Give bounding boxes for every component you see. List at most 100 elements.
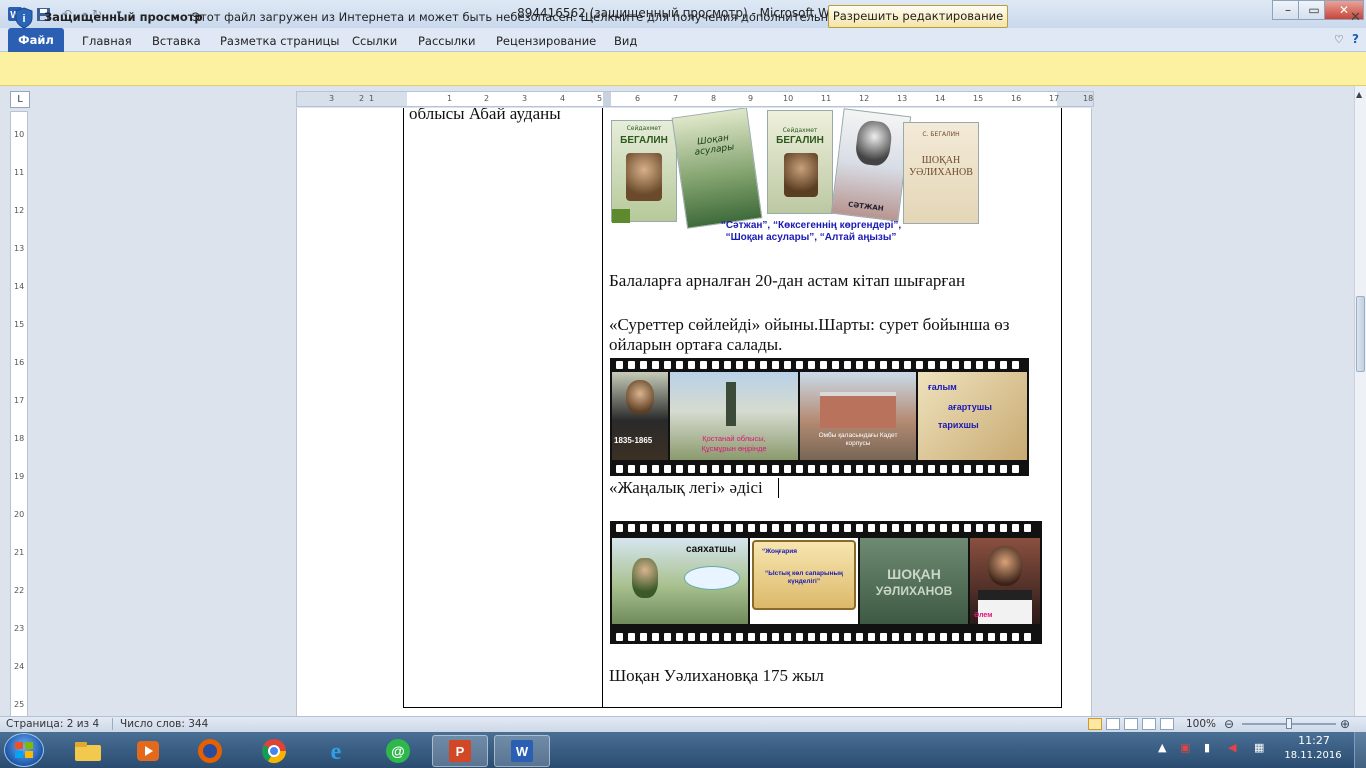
film-sprocket bbox=[712, 465, 719, 473]
draft-view-icon[interactable] bbox=[1160, 718, 1174, 730]
full-screen-view-icon[interactable] bbox=[1106, 718, 1120, 730]
film-sprocket bbox=[916, 465, 923, 473]
film-sprocket bbox=[688, 361, 695, 369]
filmstrip-1: 1835-1865 Қостанай облысы, Құсмұрын өңір… bbox=[610, 358, 1029, 476]
tab-references[interactable]: Ссылки bbox=[338, 31, 411, 51]
paragraph-anniversary[interactable]: Шоқан Уәлихановқа 175 жыл bbox=[609, 666, 824, 686]
print-layout-icon[interactable] bbox=[1088, 718, 1102, 730]
outline-view-icon[interactable] bbox=[1142, 718, 1156, 730]
book-cover-2: Шоқан асулары bbox=[671, 108, 763, 229]
film-sprocket bbox=[976, 361, 983, 369]
svg-text:P: P bbox=[456, 744, 465, 759]
document-page[interactable]: облысы Абай ауданы Сейдахмет БЕГАЛИН Шоқ… bbox=[296, 108, 1092, 716]
paragraph-news-method[interactable]: «Жаңалық легі» әдісі bbox=[609, 478, 763, 498]
book-cover-5: С. БЕГАЛИН ШОҚАН УӘЛИХАНОВ bbox=[903, 122, 979, 224]
tray-time[interactable]: 11:27 bbox=[1286, 734, 1342, 747]
film-sprocket bbox=[736, 361, 743, 369]
film-sprocket bbox=[976, 524, 983, 532]
scroll-up-icon[interactable]: ▲ bbox=[1356, 90, 1362, 99]
tab-mailings[interactable]: Рассылки bbox=[404, 31, 489, 51]
film-sprocket bbox=[844, 524, 851, 532]
word-count[interactable]: Число слов: 344 bbox=[120, 718, 208, 730]
film-sprocket bbox=[748, 633, 755, 641]
power-icon[interactable]: ▮ bbox=[1204, 741, 1210, 754]
film-sprocket bbox=[916, 361, 923, 369]
film-sprocket bbox=[796, 633, 803, 641]
word-taskbar-icon[interactable]: W bbox=[494, 735, 550, 767]
ribbon-minimize-icon[interactable]: ♡ bbox=[1334, 33, 1344, 46]
protected-view-message[interactable]: Этот файл загружен из Интернета и может … bbox=[192, 10, 909, 24]
film-sprocket bbox=[616, 524, 623, 532]
words-frame: ғалым ағартушы тарихшы bbox=[918, 372, 1027, 460]
film-sprocket bbox=[904, 524, 911, 532]
film-sprocket bbox=[820, 465, 827, 473]
film-sprocket bbox=[724, 524, 731, 532]
film-sprocket bbox=[1012, 524, 1019, 532]
svg-text:@: @ bbox=[391, 743, 405, 759]
tab-selector-icon[interactable]: L bbox=[10, 91, 30, 108]
show-desktop-button[interactable] bbox=[1354, 732, 1366, 768]
paragraph-game-line1[interactable]: «Суреттер сөйлейді» ойыны.Шарты: сурет б… bbox=[609, 315, 1010, 335]
messenger-taskbar-icon[interactable]: @ bbox=[370, 735, 426, 767]
zoom-slider-thumb[interactable] bbox=[1286, 718, 1292, 729]
language-icon[interactable]: ▦ bbox=[1254, 741, 1264, 754]
tab-page-layout[interactable]: Разметка страницы bbox=[206, 31, 353, 51]
vertical-scrollbar[interactable] bbox=[1354, 86, 1366, 716]
film-sprocket bbox=[796, 361, 803, 369]
film-sprocket bbox=[964, 361, 971, 369]
film-sprocket bbox=[976, 633, 983, 641]
enable-editing-button[interactable]: Разрешить редактирование bbox=[828, 5, 1008, 28]
film-sprocket bbox=[640, 361, 647, 369]
film-sprocket bbox=[808, 361, 815, 369]
film-sprocket bbox=[820, 633, 827, 641]
explorer-taskbar-icon[interactable] bbox=[60, 735, 116, 767]
vertical-ruler[interactable]: 10 11 12 13 14 15 16 17 18 19 20 21 22 2… bbox=[10, 111, 28, 717]
tab-view[interactable]: Вид bbox=[600, 31, 651, 51]
film-sprocket bbox=[1000, 633, 1007, 641]
film-sprocket bbox=[676, 633, 683, 641]
chrome-taskbar-icon[interactable] bbox=[246, 735, 302, 767]
network-icon[interactable]: ▣ bbox=[1180, 741, 1190, 754]
powerpoint-taskbar-icon[interactable]: P bbox=[432, 735, 488, 767]
paragraph-game-line2[interactable]: ойларын ортаға салады. bbox=[609, 335, 782, 355]
film-sprocket bbox=[988, 633, 995, 641]
film-sprocket bbox=[652, 465, 659, 473]
zoom-in-icon[interactable]: ⊕ bbox=[1340, 717, 1350, 731]
film-sprocket bbox=[664, 524, 671, 532]
page-count[interactable]: Страница: 2 из 4 bbox=[6, 718, 99, 730]
film-sprocket bbox=[664, 633, 671, 641]
film-sprocket bbox=[832, 633, 839, 641]
film-sprocket bbox=[940, 524, 947, 532]
svg-text:W: W bbox=[516, 744, 529, 759]
zoom-level[interactable]: 100% bbox=[1186, 718, 1216, 730]
film-sprocket bbox=[616, 361, 623, 369]
horizontal-ruler[interactable]: 3 2 1 1 2 3 4 5 6 7 8 9 10 11 12 13 14 1… bbox=[296, 91, 1094, 107]
tray-date[interactable]: 18.11.2016 bbox=[1278, 750, 1348, 761]
help-icon[interactable]: ? bbox=[1352, 32, 1359, 46]
internet-explorer-taskbar-icon[interactable]: e bbox=[308, 735, 364, 767]
film-sprocket bbox=[736, 633, 743, 641]
volume-icon[interactable]: ◀ bbox=[1228, 741, 1236, 754]
film-sprocket bbox=[748, 361, 755, 369]
tab-file[interactable]: Файл bbox=[8, 28, 64, 52]
film-sprocket bbox=[952, 633, 959, 641]
table-border-right bbox=[1061, 108, 1062, 708]
paragraph-books[interactable]: Балаларға арналған 20-дан астам кітап шы… bbox=[609, 271, 965, 291]
start-button[interactable] bbox=[4, 733, 44, 767]
close-bar-icon[interactable]: ✕ bbox=[1350, 10, 1361, 25]
film-sprocket bbox=[844, 633, 851, 641]
tab-review[interactable]: Рецензирование bbox=[482, 31, 610, 51]
media-player-taskbar-icon[interactable] bbox=[120, 735, 176, 767]
book-cover-1: Сейдахмет БЕГАЛИН bbox=[611, 120, 677, 223]
firefox-taskbar-icon[interactable] bbox=[182, 735, 238, 767]
web-layout-icon[interactable] bbox=[1124, 718, 1138, 730]
film-sprocket bbox=[832, 524, 839, 532]
tab-home[interactable]: Главная bbox=[68, 31, 146, 51]
film-sprocket bbox=[628, 524, 635, 532]
zoom-out-icon[interactable]: ⊖ bbox=[1224, 717, 1234, 731]
tab-insert[interactable]: Вставка bbox=[138, 31, 215, 51]
film-sprocket bbox=[748, 524, 755, 532]
film-sprocket bbox=[952, 465, 959, 473]
scrollbar-thumb[interactable] bbox=[1356, 296, 1365, 372]
tray-expand-icon[interactable]: ▲ bbox=[1158, 741, 1166, 754]
